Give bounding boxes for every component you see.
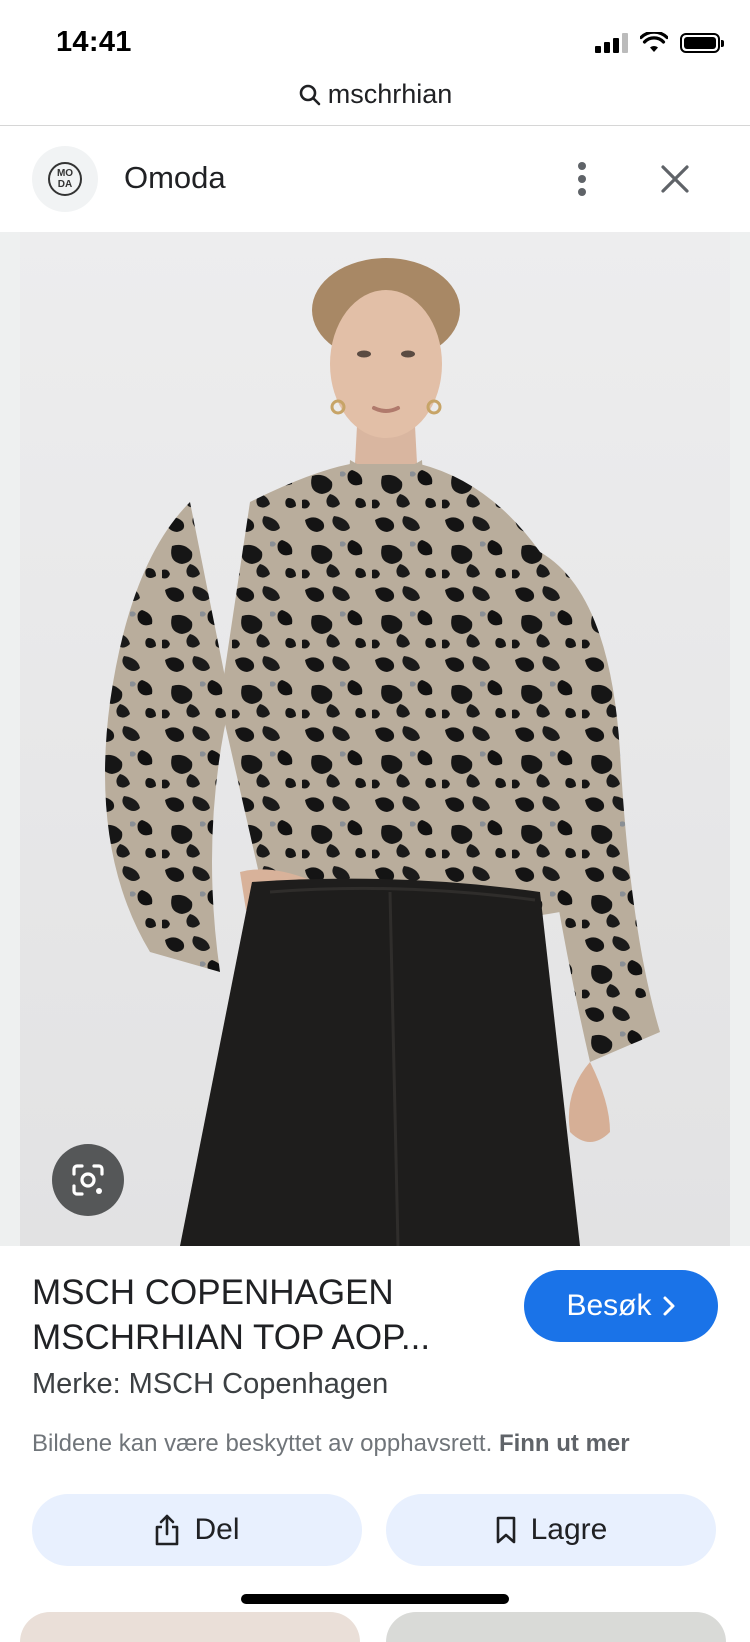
google-lens-button[interactable] [52, 1144, 124, 1216]
search-icon [299, 84, 321, 105]
battery-icon [680, 33, 724, 53]
status-time: 14:41 [56, 26, 132, 58]
save-button[interactable]: Lagre [386, 1494, 716, 1566]
product-image[interactable] [20, 232, 730, 1246]
search-query-bar[interactable]: mschrhian [0, 70, 750, 126]
search-query-text: mschrhian [327, 79, 453, 109]
related-result-card[interactable] [20, 1612, 360, 1642]
image-viewer [0, 232, 750, 1246]
wifi-icon [640, 32, 668, 52]
more-vert-icon [578, 162, 586, 196]
copyright-text: Bildene kan være beskyttet av opphavsret… [32, 1430, 493, 1457]
product-title-line-2: MSCHRHIAN TOP AOP... [32, 1318, 431, 1357]
cellular-signal-icon [595, 33, 628, 53]
close-button[interactable] [652, 156, 698, 202]
product-title[interactable]: MSCH COPENHAGEN MSCHRHIAN TOP AOP... [32, 1270, 502, 1360]
home-indicator[interactable] [241, 1594, 509, 1604]
source-header: MO DA Omoda [0, 126, 750, 232]
product-photo [20, 232, 730, 1246]
copyright-notice: Bildene kan være beskyttet av opphavsret… [32, 1430, 630, 1458]
product-title-line-1: MSCH COPENHAGEN [32, 1273, 394, 1312]
visit-button[interactable]: Besøk [524, 1270, 718, 1342]
learn-more-link[interactable]: Finn ut mer [499, 1430, 630, 1457]
save-button-label: Lagre [530, 1513, 608, 1546]
status-icons [595, 32, 724, 54]
related-result-card[interactable] [386, 1612, 726, 1642]
site-logo-mark: MO DA [48, 162, 82, 196]
site-logo[interactable]: MO DA [32, 146, 98, 212]
visit-button-label: Besøk [566, 1289, 652, 1322]
share-icon [156, 1514, 179, 1546]
lens-icon [72, 1164, 104, 1196]
share-button[interactable]: Del [32, 1494, 362, 1566]
close-icon [661, 165, 689, 193]
chevron-right-icon [663, 1296, 675, 1316]
brand-line: Merke: MSCH Copenhagen [32, 1368, 389, 1400]
share-button-label: Del [194, 1513, 240, 1546]
site-name[interactable]: Omoda [124, 160, 226, 196]
bookmark-icon [496, 1516, 515, 1544]
more-options-button[interactable] [562, 156, 602, 202]
